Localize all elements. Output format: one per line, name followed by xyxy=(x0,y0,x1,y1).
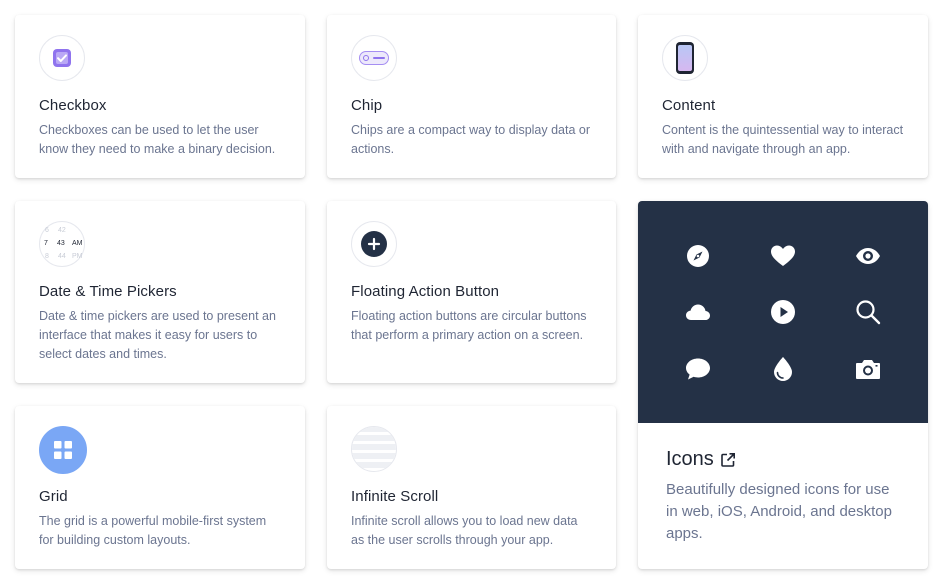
icons-preview-panel xyxy=(638,201,928,423)
cloud-icon xyxy=(684,298,712,326)
picker-selected-period: AM xyxy=(72,240,83,247)
phone-icon xyxy=(662,35,708,81)
card-title: Floating Action Button xyxy=(351,283,500,300)
component-card-infinite-scroll[interactable]: Infinite Scroll Infinite scroll allows y… xyxy=(327,406,616,569)
card-description: Chips are a compact way to display data … xyxy=(351,123,591,156)
card-description: Date & time pickers are used to present … xyxy=(39,309,276,361)
checkbox-icon xyxy=(39,35,85,81)
date-picker-icon: 6 42 7 43 AM 8 44 PM xyxy=(39,221,85,267)
card-title: Infinite Scroll xyxy=(351,488,439,505)
icons-card-title: Icons xyxy=(666,448,736,471)
water-drop-icon xyxy=(769,355,797,383)
picker-value: PM xyxy=(72,253,83,260)
heart-icon xyxy=(769,242,797,270)
component-card-icons[interactable]: Icons Beautifully designed icons for use… xyxy=(638,201,928,569)
card-title: Grid xyxy=(39,488,68,505)
component-card-checkbox[interactable]: Checkbox Checkboxes can be used to let t… xyxy=(15,15,305,178)
picker-value: 6 xyxy=(45,227,49,234)
component-card-chip[interactable]: Chip Chips are a compact way to display … xyxy=(327,15,616,178)
fab-plus-icon xyxy=(351,221,397,267)
card-title: Icons xyxy=(666,448,714,470)
external-link-icon xyxy=(720,452,736,468)
eye-icon xyxy=(854,242,882,270)
component-card-date-time-pickers[interactable]: 6 42 7 43 AM 8 44 PM Date & Time Pickers… xyxy=(15,201,305,383)
picker-selected-minute: 43 xyxy=(57,240,65,247)
chat-bubble-icon xyxy=(684,355,712,383)
card-description: Beautifully designed icons for use in we… xyxy=(666,481,892,542)
picker-value: 44 xyxy=(58,253,66,260)
picker-selected-hour: 7 xyxy=(44,240,48,247)
component-card-content[interactable]: Content Content is the quintessential wa… xyxy=(638,15,928,178)
card-title: Checkbox xyxy=(39,97,107,114)
play-icon xyxy=(769,298,797,326)
camera-icon xyxy=(854,355,882,383)
chip-icon xyxy=(351,35,397,81)
compass-icon xyxy=(684,242,712,270)
card-description: Infinite scroll allows you to load new d… xyxy=(351,514,578,547)
card-description: Checkboxes can be used to let the user k… xyxy=(39,123,276,156)
card-title: Chip xyxy=(351,97,383,114)
component-card-grid[interactable]: Grid The grid is a powerful mobile-first… xyxy=(15,406,305,569)
picker-value: 8 xyxy=(45,253,49,260)
picker-value: 42 xyxy=(58,227,66,234)
card-description: Floating action buttons are circular but… xyxy=(351,309,587,342)
component-card-floating-action-button[interactable]: Floating Action Button Floating action b… xyxy=(327,201,616,383)
search-icon xyxy=(854,298,882,326)
infinite-scroll-icon xyxy=(351,426,397,472)
card-description: The grid is a powerful mobile-first syst… xyxy=(39,514,267,547)
grid-icon xyxy=(39,426,87,474)
card-title: Date & Time Pickers xyxy=(39,283,177,300)
card-description: Content is the quintessential way to int… xyxy=(662,123,904,156)
card-title: Content xyxy=(662,97,716,114)
